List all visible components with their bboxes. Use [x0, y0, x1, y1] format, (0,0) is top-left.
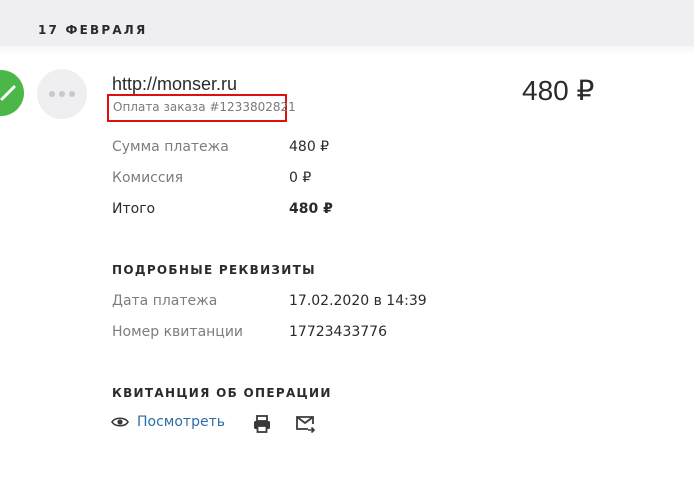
details-label-date: Дата платежа — [112, 293, 218, 309]
print-button[interactable] — [251, 413, 273, 435]
payment-amount: 480 ₽ — [522, 75, 595, 106]
more-dot — [69, 91, 75, 97]
details-value-receipt-number: 17723433776 — [289, 324, 387, 340]
email-send-button[interactable] — [294, 413, 316, 435]
summary-value-sum: 480 ₽ — [289, 139, 330, 155]
card-top-edge — [0, 46, 694, 54]
details-title: ПОДРОБНЫЕ РЕКВИЗИТЫ — [112, 263, 316, 277]
details-label-receipt-number: Номер квитанции — [112, 324, 244, 340]
date-header: 17 ФЕВРАЛЯ — [38, 23, 148, 37]
email-send-icon — [296, 416, 316, 434]
date-header-bar: 17 ФЕВРАЛЯ — [0, 0, 694, 46]
order-highlight-box: Оплата заказа #1233802821 — [107, 94, 296, 122]
summary-value-fee: 0 ₽ — [289, 170, 312, 186]
summary-label-sum: Сумма платежа — [112, 139, 229, 155]
view-receipt-label: Посмотреть — [137, 414, 225, 430]
merchant-name: http://monser.ru — [112, 74, 238, 94]
status-success-badge — [0, 70, 24, 116]
print-icon — [254, 415, 270, 433]
order-description: Оплата заказа #1233802821 — [113, 100, 296, 114]
view-receipt-link[interactable]: Посмотреть — [111, 414, 225, 430]
summary-value-total: 480 ₽ — [289, 201, 333, 217]
more-dots-icon — [49, 91, 55, 97]
details-value-date: 17.02.2020 в 14:39 — [289, 293, 427, 309]
check-icon — [0, 85, 16, 101]
eye-icon — [111, 417, 129, 427]
receipt-title: КВИТАНЦИЯ ОБ ОПЕРАЦИИ — [112, 386, 332, 400]
more-dot — [59, 91, 65, 97]
summary-label-total: Итого — [112, 201, 156, 217]
summary-label-fee: Комиссия — [112, 170, 184, 186]
merchant-avatar — [37, 69, 87, 119]
